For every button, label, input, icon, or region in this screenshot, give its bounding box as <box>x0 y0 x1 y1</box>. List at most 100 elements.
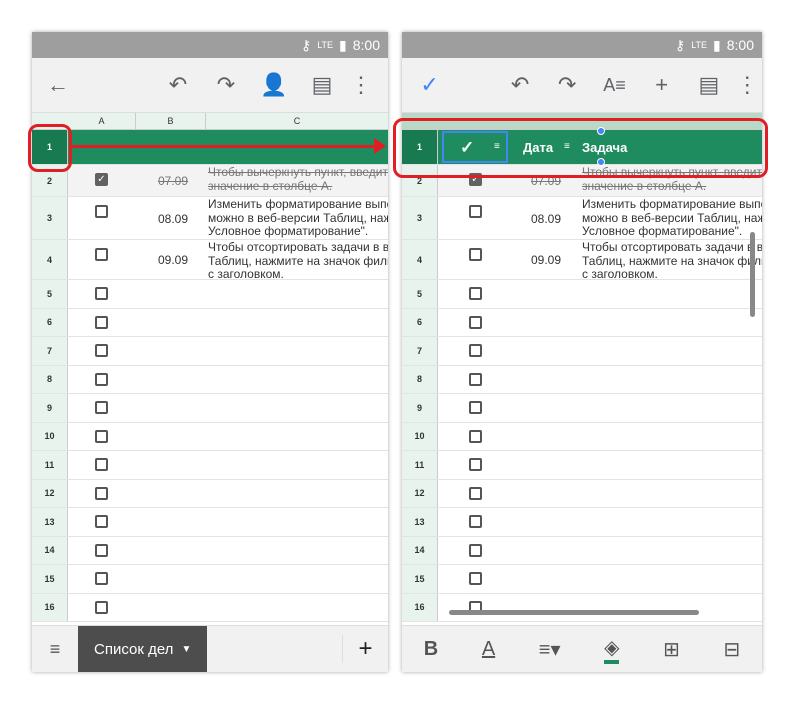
row-number[interactable]: 11 <box>32 451 68 479</box>
vertical-scrollbar[interactable] <box>750 232 755 317</box>
checkbox[interactable] <box>95 372 108 386</box>
column-header-b[interactable]: B <box>136 113 206 130</box>
table-row[interactable]: 12 <box>402 479 762 508</box>
row-number[interactable]: 10 <box>32 422 68 450</box>
table-row[interactable]: 15 <box>402 565 762 594</box>
checkbox[interactable] <box>469 248 482 261</box>
row-number[interactable]: 11 <box>402 451 438 479</box>
redo-icon[interactable]: ↷ <box>544 72 591 98</box>
horizontal-scrollbar[interactable] <box>449 610 699 615</box>
date-cell[interactable]: 08.09 <box>158 212 188 226</box>
checkbox[interactable] <box>95 401 108 415</box>
back-arrow-icon[interactable]: ← <box>32 72 84 98</box>
row-number[interactable]: 4 <box>32 240 68 279</box>
table-row[interactable]: 4 09.09 Чтобы отсортировать задачи в веб… <box>32 240 388 282</box>
done-check-icon[interactable]: ✓ <box>402 72 457 98</box>
checkbox[interactable]: ✓ <box>95 173 108 186</box>
date-cell[interactable]: 07.09 <box>158 174 188 188</box>
checkbox[interactable] <box>469 205 482 218</box>
table-row[interactable]: 10 <box>402 422 762 451</box>
bold-button[interactable]: B <box>424 638 438 661</box>
row-number[interactable]: 7 <box>32 337 68 365</box>
row-number[interactable]: 8 <box>402 365 438 393</box>
row-number[interactable]: 15 <box>402 565 438 593</box>
add-sheet-button[interactable]: + <box>342 635 388 663</box>
row-number[interactable]: 14 <box>32 536 68 564</box>
text-color-button[interactable]: A <box>482 638 495 661</box>
row-number[interactable]: 5 <box>32 280 68 308</box>
align-icon[interactable]: ≡▾ <box>539 637 561 662</box>
task-cell[interactable]: Чтобы вычеркнуть пункт, введите л значен… <box>208 166 388 193</box>
checkbox[interactable] <box>95 205 108 218</box>
row-number[interactable]: 5 <box>402 280 438 308</box>
checkbox[interactable] <box>469 372 482 386</box>
table-row[interactable]: 7 <box>32 337 388 366</box>
row-number[interactable]: 16 <box>402 593 438 621</box>
column-header-a[interactable]: A <box>68 113 136 130</box>
sheet-tab-active[interactable]: Список дел ▼ <box>78 625 208 672</box>
sheet-list-icon[interactable]: ≡ <box>32 639 78 660</box>
checkbox[interactable] <box>95 515 108 529</box>
task-cell[interactable]: Чтобы отсортировать задачи в веб- Таблиц… <box>582 241 762 282</box>
table-row[interactable]: 6 <box>32 308 388 337</box>
table-row[interactable]: 14 <box>402 536 762 565</box>
checkbox[interactable] <box>469 486 482 500</box>
row-number[interactable]: 4 <box>402 240 438 279</box>
checkbox[interactable] <box>95 486 108 500</box>
date-cell[interactable]: 09.09 <box>158 253 188 267</box>
checkbox[interactable] <box>469 458 482 472</box>
table-row[interactable]: 11 <box>32 451 388 480</box>
table-row[interactable]: 11 <box>402 451 762 480</box>
table-row[interactable]: 3 08.09 Изменить форматирование выполн м… <box>32 197 388 240</box>
checkbox[interactable] <box>95 248 108 261</box>
table-row[interactable]: 16 <box>32 593 388 622</box>
more-menu-icon[interactable]: ⋮ <box>346 72 376 98</box>
table-row[interactable]: 12 <box>32 479 388 508</box>
more-menu-icon[interactable]: ⋮ <box>733 72 762 98</box>
insert-row-above-icon[interactable]: ⊞ <box>663 637 680 662</box>
row-number[interactable]: 16 <box>32 593 68 621</box>
table-row[interactable]: 4 09.09 Чтобы отсортировать задачи в веб… <box>402 240 762 282</box>
table-row[interactable]: 13 <box>32 508 388 537</box>
insert-plus-icon[interactable]: + <box>638 72 685 98</box>
task-cell[interactable]: Чтобы отсортировать задачи в веб- Таблиц… <box>208 241 388 282</box>
column-header-c[interactable]: C <box>206 113 388 130</box>
table-row[interactable]: 8 <box>32 365 388 394</box>
insert-row-below-icon[interactable]: ⊟ <box>723 637 740 662</box>
table-row[interactable]: 6 <box>402 308 762 337</box>
undo-icon[interactable]: ↶ <box>496 72 543 98</box>
checkbox[interactable] <box>95 344 108 358</box>
table-row[interactable]: 10 <box>32 422 388 451</box>
row-number[interactable]: 14 <box>402 536 438 564</box>
task-cell[interactable]: Изменить форматирование выполн можно в в… <box>582 198 762 239</box>
undo-icon[interactable]: ↶ <box>154 72 202 98</box>
checkbox[interactable] <box>95 287 108 301</box>
row-number[interactable]: 12 <box>402 479 438 507</box>
table-row[interactable]: 9 <box>32 394 388 423</box>
table-row[interactable]: 16 <box>402 593 762 622</box>
date-cell[interactable]: 09.09 <box>531 253 561 267</box>
redo-icon[interactable]: ↷ <box>202 72 250 98</box>
checkbox[interactable] <box>469 287 482 301</box>
checkbox[interactable] <box>95 600 108 614</box>
comment-icon[interactable]: ▤ <box>685 72 732 98</box>
row-number[interactable]: 7 <box>402 337 438 365</box>
checkbox[interactable] <box>469 543 482 557</box>
checkbox[interactable] <box>95 543 108 557</box>
text-format-icon[interactable]: A≡ <box>591 75 638 96</box>
table-row[interactable]: 9 <box>402 394 762 423</box>
checkbox[interactable] <box>469 429 482 443</box>
row-number[interactable]: 9 <box>32 394 68 422</box>
date-cell[interactable]: 08.09 <box>531 212 561 226</box>
comment-icon[interactable]: ▤ <box>298 72 346 98</box>
table-row[interactable]: 15 <box>32 565 388 594</box>
add-person-icon[interactable]: 👤 <box>250 72 298 98</box>
row-number[interactable]: 13 <box>402 508 438 536</box>
row-number[interactable]: 15 <box>32 565 68 593</box>
table-row[interactable]: 13 <box>402 508 762 537</box>
table-row[interactable]: 8 <box>402 365 762 394</box>
task-cell[interactable]: Изменить форматирование выполн можно в в… <box>208 198 388 239</box>
row-number[interactable]: 6 <box>402 308 438 336</box>
row-number[interactable]: 13 <box>32 508 68 536</box>
checkbox[interactable] <box>469 401 482 415</box>
